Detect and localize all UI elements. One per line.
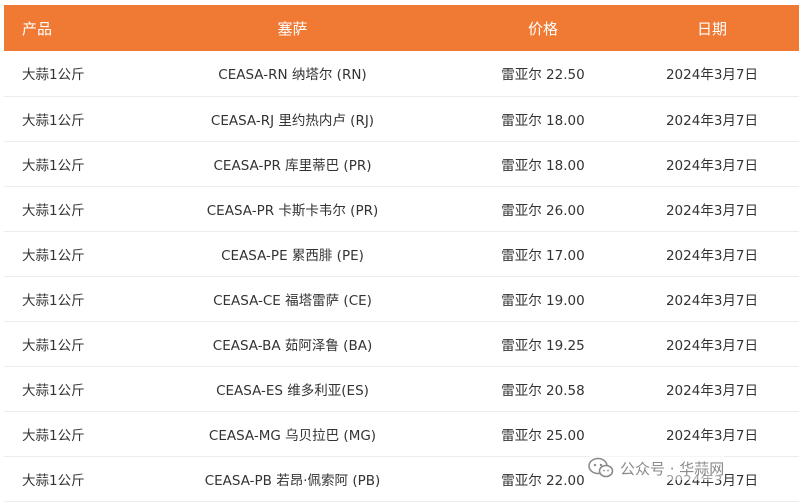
cell-price: 雷亚尔 17.00 [501,247,585,264]
cell-date: 2024年3月7日 [665,112,759,129]
cell-date: 2024年3月7日 [665,382,759,399]
price-table-container: 产品 塞萨 价格 日期 大蒜1公斤 CEASA-RN 纳塔尔 (RN) 雷亚尔 … [4,5,799,502]
cell-date: 2024年3月7日 [665,202,759,219]
table-row: 大蒜1公斤 CEASA-ES 维多利亚(ES) 雷亚尔 20.58 2024年3… [4,366,799,411]
header-ceasa: 塞萨 [277,19,308,38]
table-row: 大蒜1公斤 CEASA-CE 福塔雷萨 (CE) 雷亚尔 19.00 2024年… [4,276,799,321]
cell-ceasa: CEASA-CE 福塔雷萨 (CE) [213,292,372,309]
cell-product: 大蒜1公斤 [22,67,85,84]
cell-product: 大蒜1公斤 [22,202,85,219]
cell-price: 雷亚尔 22.50 [501,67,585,84]
header-product: 产品 [22,19,53,38]
table-row: 大蒜1公斤 CEASA-RJ 里约热内卢 (RJ) 雷亚尔 18.00 2024… [4,96,799,141]
cell-ceasa: CEASA-BA 茹阿泽鲁 (BA) [212,337,373,354]
cell-ceasa: CEASA-PE 累西腓 (PE) [221,247,364,264]
cell-date: 2024年3月7日 [665,67,759,84]
wechat-icon [588,457,614,478]
cell-date: 2024年3月7日 [665,157,759,174]
price-table: 产品 塞萨 价格 日期 大蒜1公斤 CEASA-RN 纳塔尔 (RN) 雷亚尔 … [4,5,799,502]
table-row: 大蒜1公斤 CEASA-MG 乌贝拉巴 (MG) 雷亚尔 25.00 2024年… [4,411,799,456]
cell-product: 大蒜1公斤 [22,382,85,399]
watermark-text: 公众号 · 华蒜网 [620,459,725,478]
cell-price: 雷亚尔 25.00 [501,427,585,444]
table-row: 大蒜1公斤 CEASA-PR 卡斯卡韦尔 (PR) 雷亚尔 26.00 2024… [4,186,799,231]
cell-ceasa: CEASA-RN 纳塔尔 (RN) [218,67,367,84]
table-body: 大蒜1公斤 CEASA-RN 纳塔尔 (RN) 雷亚尔 22.50 2024年3… [4,51,799,501]
table-header: 产品 塞萨 价格 日期 [4,5,799,51]
cell-price: 雷亚尔 20.58 [501,382,585,399]
header-row: 产品 塞萨 价格 日期 [4,5,799,51]
cell-ceasa: CEASA-PR 库里蒂巴 (PR) [213,157,372,174]
cell-product: 大蒜1公斤 [22,292,85,309]
cell-ceasa: CEASA-PR 卡斯卡韦尔 (PR) [206,202,379,219]
cell-price: 雷亚尔 26.00 [501,202,585,219]
cell-product: 大蒜1公斤 [22,427,85,444]
cell-ceasa: CEASA-RJ 里约热内卢 (RJ) [210,112,375,129]
cell-ceasa: CEASA-MG 乌贝拉巴 (MG) [208,427,377,444]
cell-product: 大蒜1公斤 [22,247,85,264]
table-row: 大蒜1公斤 CEASA-RN 纳塔尔 (RN) 雷亚尔 22.50 2024年3… [4,51,799,96]
header-price: 价格 [527,19,558,38]
cell-ceasa: CEASA-PB 若昂·佩索阿 (PB) [204,472,381,489]
cell-product: 大蒜1公斤 [22,112,85,129]
table-row: 大蒜1公斤 CEASA-PE 累西腓 (PE) 雷亚尔 17.00 2024年3… [4,231,799,276]
cell-price: 雷亚尔 19.00 [501,292,585,309]
watermark: 公众号 · 华蒜网 [588,456,725,480]
table-row: 大蒜1公斤 CEASA-PR 库里蒂巴 (PR) 雷亚尔 18.00 2024年… [4,141,799,186]
cell-product: 大蒜1公斤 [22,157,85,174]
header-date: 日期 [696,19,727,38]
table-row: 大蒜1公斤 CEASA-BA 茹阿泽鲁 (BA) 雷亚尔 19.25 2024年… [4,321,799,366]
cell-price: 雷亚尔 18.00 [501,112,585,129]
cell-price: 雷亚尔 19.25 [501,337,585,354]
cell-date: 2024年3月7日 [665,427,759,444]
cell-date: 2024年3月7日 [665,292,759,309]
cell-date: 2024年3月7日 [665,337,759,354]
cell-product: 大蒜1公斤 [22,337,85,354]
cell-date: 2024年3月7日 [665,247,759,264]
cell-product: 大蒜1公斤 [22,472,85,489]
cell-price: 雷亚尔 18.00 [501,157,585,174]
cell-ceasa: CEASA-ES 维多利亚(ES) [216,382,369,399]
